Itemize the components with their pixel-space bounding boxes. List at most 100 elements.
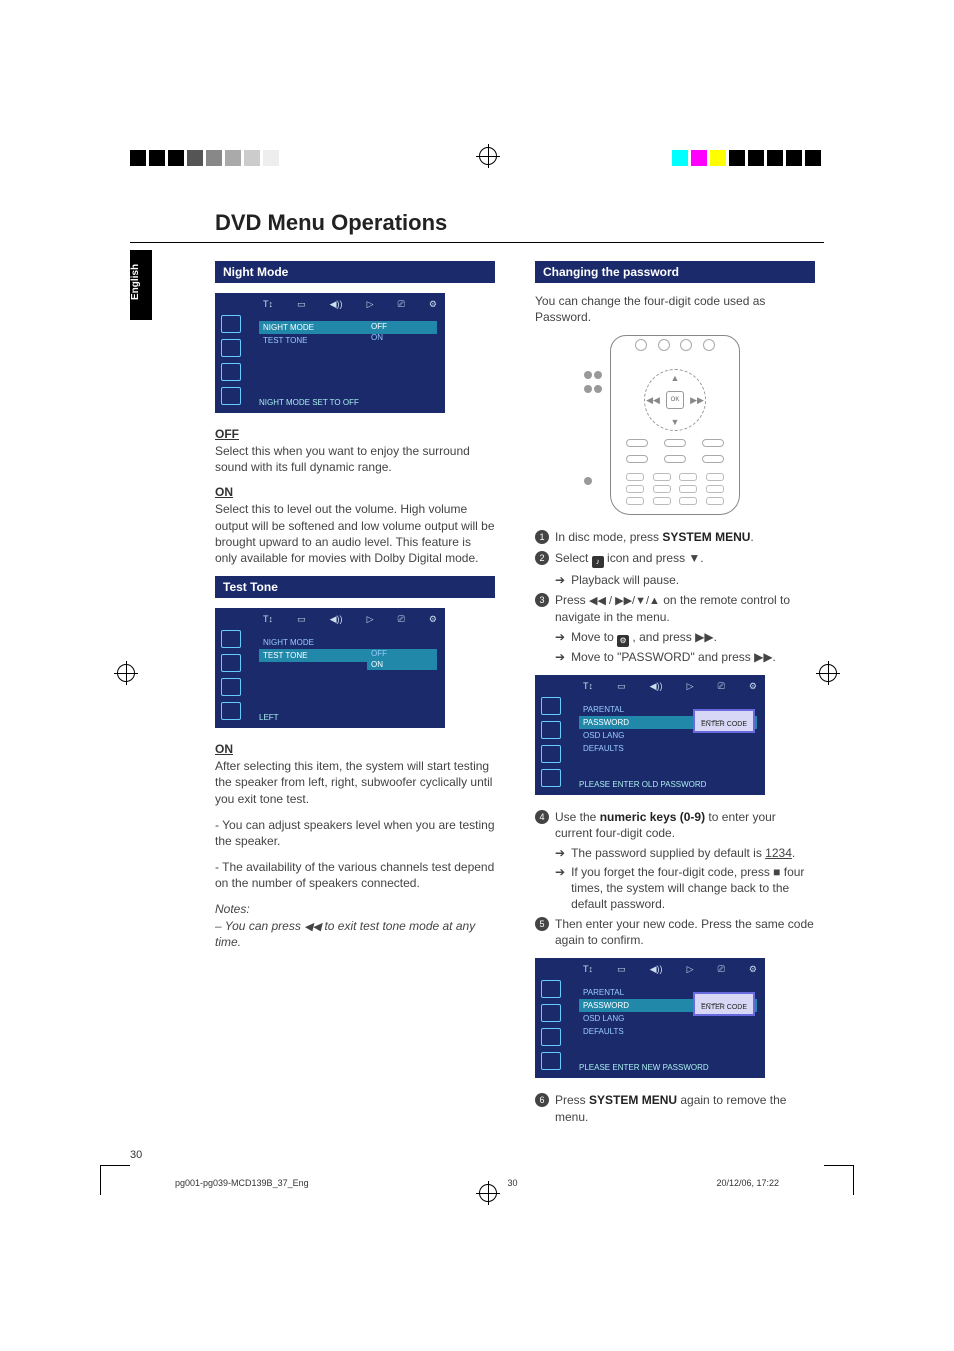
osd-top-icon: ◀)) — [330, 299, 343, 310]
osd-top-icon: ▭ — [297, 614, 306, 625]
down-arrow-icon: ▼ — [670, 417, 680, 427]
remote-diagram: OK ▲ ▼ ◀◀ ▶▶ — [610, 335, 740, 515]
osd-top-icon: ▭ — [297, 299, 306, 310]
right-arrow-icon: ▶▶ — [692, 395, 702, 405]
osd-top-icon: ⎚ — [398, 299, 405, 310]
title-rule — [130, 242, 824, 243]
osd-top-icon: ⎚ — [398, 614, 405, 625]
subhead-on: ON — [215, 485, 495, 499]
notes-head: Notes: — [215, 902, 250, 916]
section-test-tone: Test Tone — [215, 576, 495, 598]
footer-timestamp: 20/12/06, 17:22 — [716, 1178, 779, 1188]
result-arrow-icon: ➔ — [555, 845, 565, 861]
print-registration-right — [534, 150, 824, 166]
osd-top-icon: T↕ — [263, 614, 273, 625]
page-number: 30 — [130, 1149, 142, 1161]
pw-intro: You can change the four-digit code used … — [535, 293, 815, 325]
left-arrow-icon: ◀◀ — [648, 395, 658, 405]
osd-option: OFF — [367, 321, 437, 332]
print-crosshair-top — [467, 148, 509, 165]
page-title: DVD Menu Operations — [215, 210, 824, 236]
osd-top-icon: ▭ — [617, 681, 626, 692]
osd-top-icon: ⚙ — [749, 964, 757, 975]
step-6: 6 Press SYSTEM MENU again to remove the … — [535, 1092, 815, 1124]
nav-glyphs: ◀◀ / ▶▶/▼/▲ — [589, 595, 660, 607]
osd-hint: ENTER CODE — [701, 721, 747, 728]
step-2-sub: ➔ Playback will pause. — [555, 572, 815, 588]
step-4-sub1: ➔ The password supplied by default is 123… — [555, 845, 815, 861]
body-tt-p2: - You can adjust speakers level when you… — [215, 817, 495, 849]
osd-hint: ENTER CODE — [701, 1004, 747, 1011]
result-arrow-icon: ➔ — [555, 649, 565, 665]
osd-item: DEFAULTS — [579, 742, 757, 755]
section-change-password: Changing the password — [535, 261, 815, 283]
step-bold: numeric keys (0-9) — [600, 810, 705, 824]
osd-top-icon: T↕ — [583, 681, 593, 692]
sub-text: , and press ▶▶. — [629, 630, 717, 644]
crop-mark-br — [824, 1165, 854, 1195]
osd-top-icon: ▷ — [687, 964, 694, 975]
sub-text: If you forget the four-digit code, press… — [571, 864, 815, 913]
osd-status: PLEASE ENTER OLD PASSWORD — [579, 780, 706, 789]
osd-option: ON — [367, 659, 437, 670]
osd-screenshot-pw-new: T↕ ▭ ◀)) ▷ ⎚ ⚙ PARENTAL PASSWORD OSD LAN… — [535, 958, 765, 1078]
step-bold: SYSTEM MENU — [662, 530, 750, 544]
sub-text: The password supplied by default is — [571, 846, 765, 860]
step-number-icon: 1 — [535, 530, 549, 544]
osd-status: PLEASE ENTER NEW PASSWORD — [579, 1063, 709, 1072]
body-tt-p3: - The availability of the various channe… — [215, 859, 495, 891]
footer-filename: pg001-pg039-MCD139B_37_Eng — [175, 1178, 309, 1188]
osd-top-icon: T↕ — [263, 299, 273, 310]
step-number-icon: 4 — [535, 810, 549, 824]
right-column: Changing the password You can change the… — [535, 261, 815, 1129]
osd-top-icon: ▷ — [367, 299, 374, 310]
step-3-sub1: ➔Move to ⚙ , and press ▶▶. — [555, 629, 815, 647]
language-tab: English — [130, 250, 152, 320]
osd-screenshot-night-mode: T↕ ▭ ◀)) ▷ ⎚ ⚙ NIGHT MODE TEST TONE OFF — [215, 293, 445, 413]
step-text: Use the — [555, 810, 600, 824]
subhead-off: OFF — [215, 427, 495, 441]
osd-enter-code-box: _ _ _ _ENTER CODE — [693, 709, 755, 733]
osd-top-icon: ◀)) — [330, 614, 343, 625]
step-2: 2 Select ♪ icon and press ▼. — [535, 550, 815, 568]
music-icon: ♪ — [592, 556, 604, 568]
step-1: 1 In disc mode, press SYSTEM MENU. — [535, 529, 815, 545]
osd-status: LEFT — [259, 713, 279, 722]
step-text: Then enter your new code. Press the same… — [555, 916, 815, 948]
osd-status: NIGHT MODE SET TO OFF — [259, 398, 359, 407]
print-footer: pg001-pg039-MCD139B_37_Eng 30 20/12/06, … — [175, 1178, 779, 1188]
result-arrow-icon: ➔ — [555, 864, 565, 913]
step-number-icon: 3 — [535, 593, 549, 607]
osd-option: ON — [367, 332, 437, 343]
footer-page: 30 — [508, 1178, 518, 1188]
up-arrow-icon: ▲ — [670, 373, 680, 383]
osd-top-icon: ◀)) — [650, 681, 663, 692]
osd-screenshot-test-tone: T↕ ▭ ◀)) ▷ ⎚ ⚙ NIGHT MODE TEST TONE OFF — [215, 608, 445, 728]
osd-top-icon: ⎚ — [718, 681, 725, 692]
result-arrow-icon: ➔ — [555, 572, 565, 588]
osd-top-icon: T↕ — [583, 964, 593, 975]
osd-screenshot-pw-old: T↕ ▭ ◀)) ▷ ⎚ ⚙ PARENTAL PASSWORD OSD LAN… — [535, 675, 765, 795]
left-column: Night Mode T↕ ▭ ◀)) ▷ ⎚ ⚙ NIGHT MODE TES… — [215, 261, 495, 1129]
remote-ok-button: OK — [666, 391, 684, 409]
step-number-icon: 6 — [535, 1093, 549, 1107]
step-bold: SYSTEM MENU — [589, 1093, 677, 1107]
osd-top-icon: ⚙ — [429, 299, 437, 310]
body-on: Select this to level out the volume. Hig… — [215, 501, 495, 566]
gear-icon: ⚙ — [617, 635, 629, 647]
result-arrow-icon: ➔ — [555, 629, 565, 647]
step-number-icon: 2 — [535, 551, 549, 565]
osd-top-icon: ▷ — [687, 681, 694, 692]
step-number-icon: 5 — [535, 917, 549, 931]
default-password: 1234 — [765, 846, 792, 860]
step-text: Press — [555, 593, 589, 607]
step-3-sub2: ➔Move to "PASSWORD" and press ▶▶. — [555, 649, 815, 665]
sub-text: Playback will pause. — [571, 572, 679, 588]
osd-top-icon: ⚙ — [429, 614, 437, 625]
osd-top-icon: ⎚ — [718, 964, 725, 975]
sub-text: . — [792, 846, 795, 860]
body-tt-p1: After selecting this item, the system wi… — [215, 758, 495, 807]
rewind-icon: ◀◀ — [304, 921, 321, 933]
subhead-tt-on: ON — [215, 742, 495, 756]
body-off: Select this when you want to enjoy the s… — [215, 443, 495, 475]
